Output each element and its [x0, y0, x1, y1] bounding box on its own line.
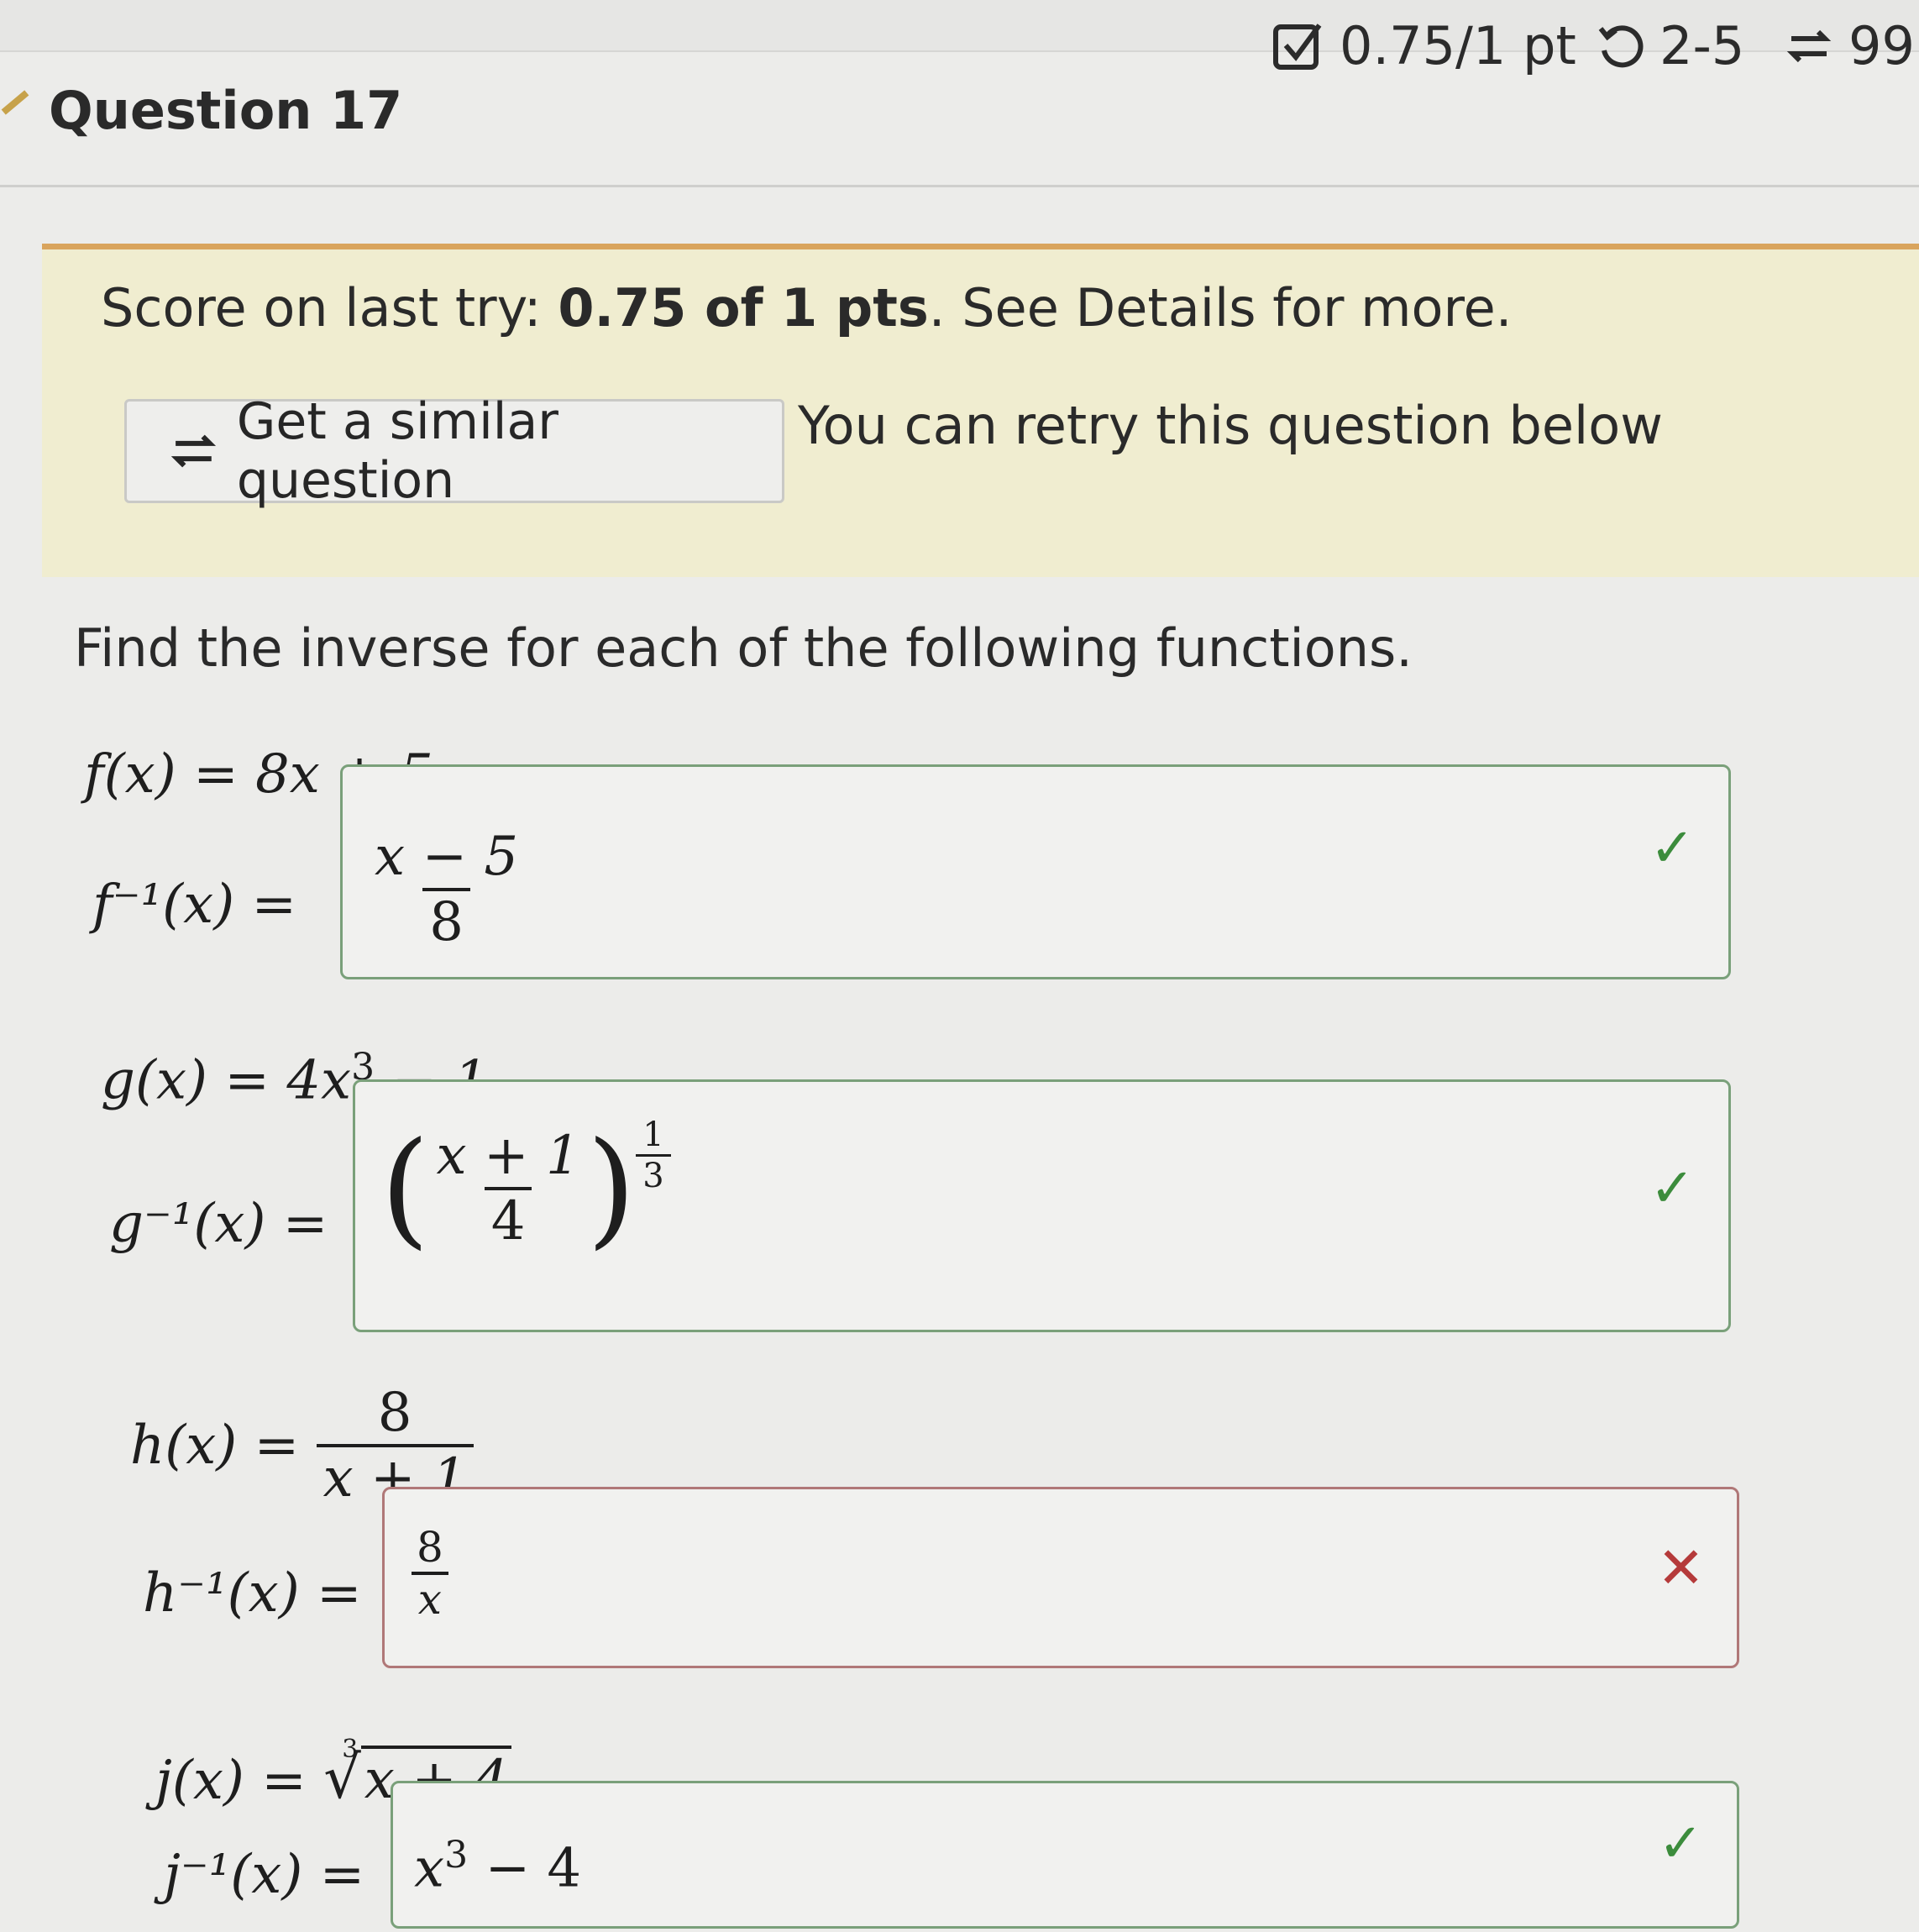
- f-answer-denominator: 8: [422, 888, 470, 953]
- retry-text: You can retry this question below: [798, 395, 1663, 456]
- similar-count-display: 99: [1785, 15, 1915, 76]
- g-inverse-label: g⁻¹(x) =: [109, 1193, 328, 1255]
- h-answer-numerator: 8: [417, 1523, 443, 1572]
- h-answer-denominator: x: [411, 1572, 448, 1624]
- g-exp-denominator: 3: [636, 1154, 671, 1195]
- score-prefix: Score on last try:: [101, 277, 558, 339]
- attempts-text: 2-5: [1659, 15, 1745, 76]
- h-answer-fraction: 8x: [410, 1523, 450, 1624]
- g-right-paren: ): [586, 1116, 637, 1262]
- g-rhs-base: 4x: [286, 1049, 352, 1112]
- j-answer-tail: − 4: [468, 1837, 582, 1900]
- j-answer: x3 − 4: [414, 1834, 581, 1899]
- header-divider: [0, 185, 1919, 187]
- f-answer-fraction: x − 58: [368, 826, 525, 953]
- points-text: 0.75/1 pt: [1340, 15, 1576, 76]
- j-answer-exponent: 3: [444, 1834, 469, 1877]
- get-similar-question-button[interactable]: Get a similar question: [124, 392, 784, 510]
- checkmark-icon: ✓: [1658, 1813, 1703, 1875]
- x-mark-icon: ✕: [1657, 1536, 1705, 1602]
- j-inverse-answer-field[interactable]: x3 − 4 ✓: [391, 1781, 1739, 1929]
- j-root-index: 3: [342, 1735, 359, 1764]
- g-inverse-answer-field[interactable]: ( x + 14 ) 13 ✓: [353, 1079, 1731, 1332]
- f-answer: x − 58: [368, 826, 525, 953]
- similar-count-text: 99: [1848, 15, 1915, 76]
- swap-arrows-icon: [1786, 29, 1832, 62]
- h-lhs: h(x) =: [130, 1415, 300, 1477]
- f-answer-numerator: x − 5: [375, 826, 519, 888]
- checkbox-icon: [1273, 23, 1322, 70]
- g-answer-numerator: x + 1: [436, 1125, 580, 1187]
- g-answer-denominator: 4: [484, 1187, 532, 1252]
- g-exp-numerator: 1: [642, 1116, 664, 1154]
- h-answer: 8x: [410, 1523, 450, 1624]
- swap-arrows-icon: [170, 434, 217, 468]
- g-left-paren: (: [380, 1116, 430, 1262]
- j-inverse-label: j⁻¹(x) =: [164, 1844, 365, 1906]
- h-inverse-answer-field[interactable]: 8x ✕: [382, 1487, 1739, 1668]
- attempts-display: 2-5: [1596, 15, 1744, 76]
- j-lhs: j(x) =: [155, 1750, 307, 1812]
- points-display: 0.75/1 pt: [1272, 15, 1576, 76]
- score-value: 0.75 of 1 pts: [558, 277, 929, 339]
- g-lhs: g(x) =: [101, 1049, 270, 1112]
- question-title: Question 17: [49, 80, 403, 141]
- pencil-icon: [1, 90, 29, 115]
- score-text: Score on last try: 0.75 of 1 pts. See De…: [101, 277, 1512, 339]
- score-suffix: . See Details for more.: [928, 277, 1513, 339]
- similar-button-label: Get a similar question: [236, 392, 558, 510]
- j-answer-base: x: [414, 1837, 445, 1900]
- g-answer: ( x + 14 ) 13: [380, 1116, 671, 1262]
- checkmark-icon: ✓: [1649, 1158, 1695, 1220]
- f-inverse-label: f⁻¹(x) =: [92, 874, 297, 936]
- f-lhs: f(x) =: [84, 743, 239, 806]
- checkmark-icon: ✓: [1649, 817, 1695, 879]
- f-inverse-answer-field[interactable]: x − 58 ✓: [340, 764, 1731, 979]
- g-answer-exponent: 13: [636, 1116, 671, 1195]
- h-inverse-label: h⁻¹(x) =: [143, 1562, 362, 1625]
- h-rhs-numerator: 8: [377, 1382, 412, 1444]
- g-answer-fraction: x + 14: [430, 1125, 587, 1252]
- retry-icon: [1598, 24, 1644, 67]
- instructions: Find the inverse for each of the followi…: [74, 617, 1413, 679]
